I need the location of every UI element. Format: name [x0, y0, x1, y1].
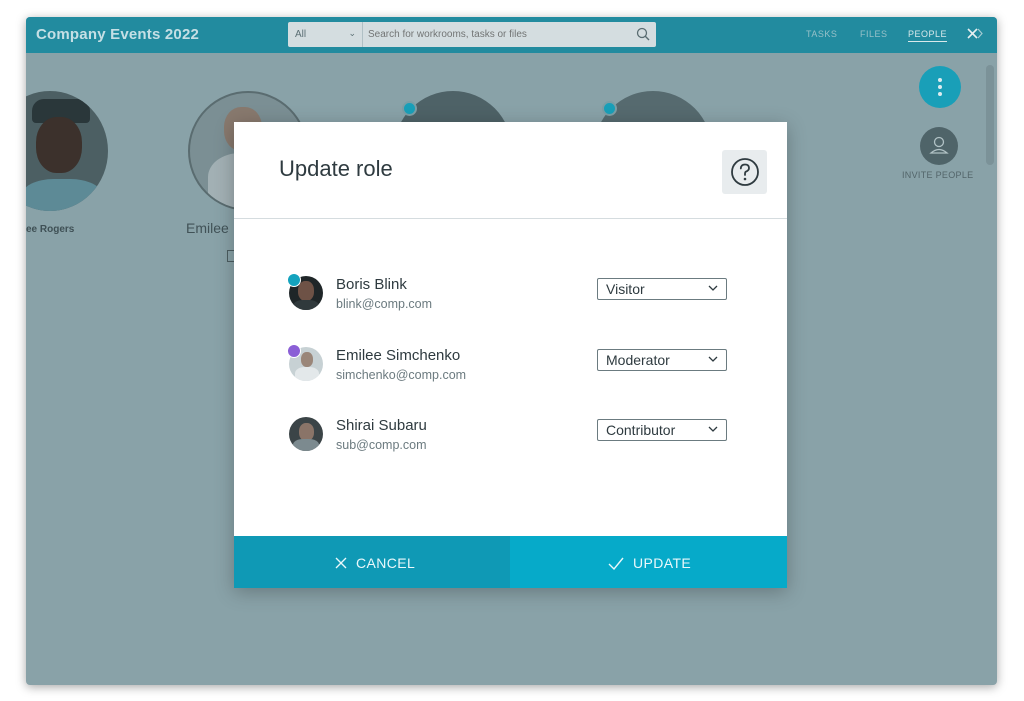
list-item: Shirai Subaru sub@comp.com Contributor: [289, 417, 739, 457]
chevron-down-icon: [708, 426, 718, 432]
role-select[interactable]: Contributor: [597, 419, 727, 441]
check-icon: [608, 557, 624, 570]
role-select[interactable]: Moderator: [597, 349, 727, 371]
question-icon: [731, 158, 759, 186]
role-select[interactable]: Visitor: [597, 278, 727, 300]
divider: [234, 218, 787, 219]
role-value: Moderator: [606, 352, 670, 368]
avatar: [289, 417, 323, 451]
user-name: Shirai Subaru: [336, 417, 427, 434]
user-name: Boris Blink: [336, 276, 407, 293]
user-name: Emilee Simchenko: [336, 347, 461, 364]
chevron-down-icon: [708, 285, 718, 291]
update-role-dialog: Update role Boris Blink blink@comp.com V…: [234, 122, 787, 588]
cancel-button-content: CANCEL: [335, 555, 415, 571]
status-badge: [287, 273, 301, 287]
list-item: Emilee Simchenko simchenko@comp.com Mode…: [287, 344, 739, 387]
dialog-title: Update role: [279, 156, 393, 181]
dialog-footer: CANCEL UPDATE: [234, 536, 787, 588]
update-label: UPDATE: [633, 555, 692, 571]
role-value: Contributor: [606, 422, 676, 438]
update-button[interactable]: UPDATE: [510, 536, 787, 588]
chevron-down-icon: [708, 356, 718, 362]
cancel-button[interactable]: CANCEL: [234, 536, 510, 588]
cancel-label: CANCEL: [356, 555, 416, 571]
user-email: sub@comp.com: [336, 438, 427, 452]
close-icon: [335, 557, 347, 569]
help-button[interactable]: [722, 150, 767, 194]
status-badge: [287, 344, 301, 358]
user-email: blink@comp.com: [336, 297, 433, 311]
user-email: simchenko@comp.com: [336, 368, 467, 382]
role-value: Visitor: [606, 281, 645, 297]
list-item: Boris Blink blink@comp.com Visitor: [287, 273, 739, 316]
update-button-content: UPDATE: [608, 555, 691, 571]
